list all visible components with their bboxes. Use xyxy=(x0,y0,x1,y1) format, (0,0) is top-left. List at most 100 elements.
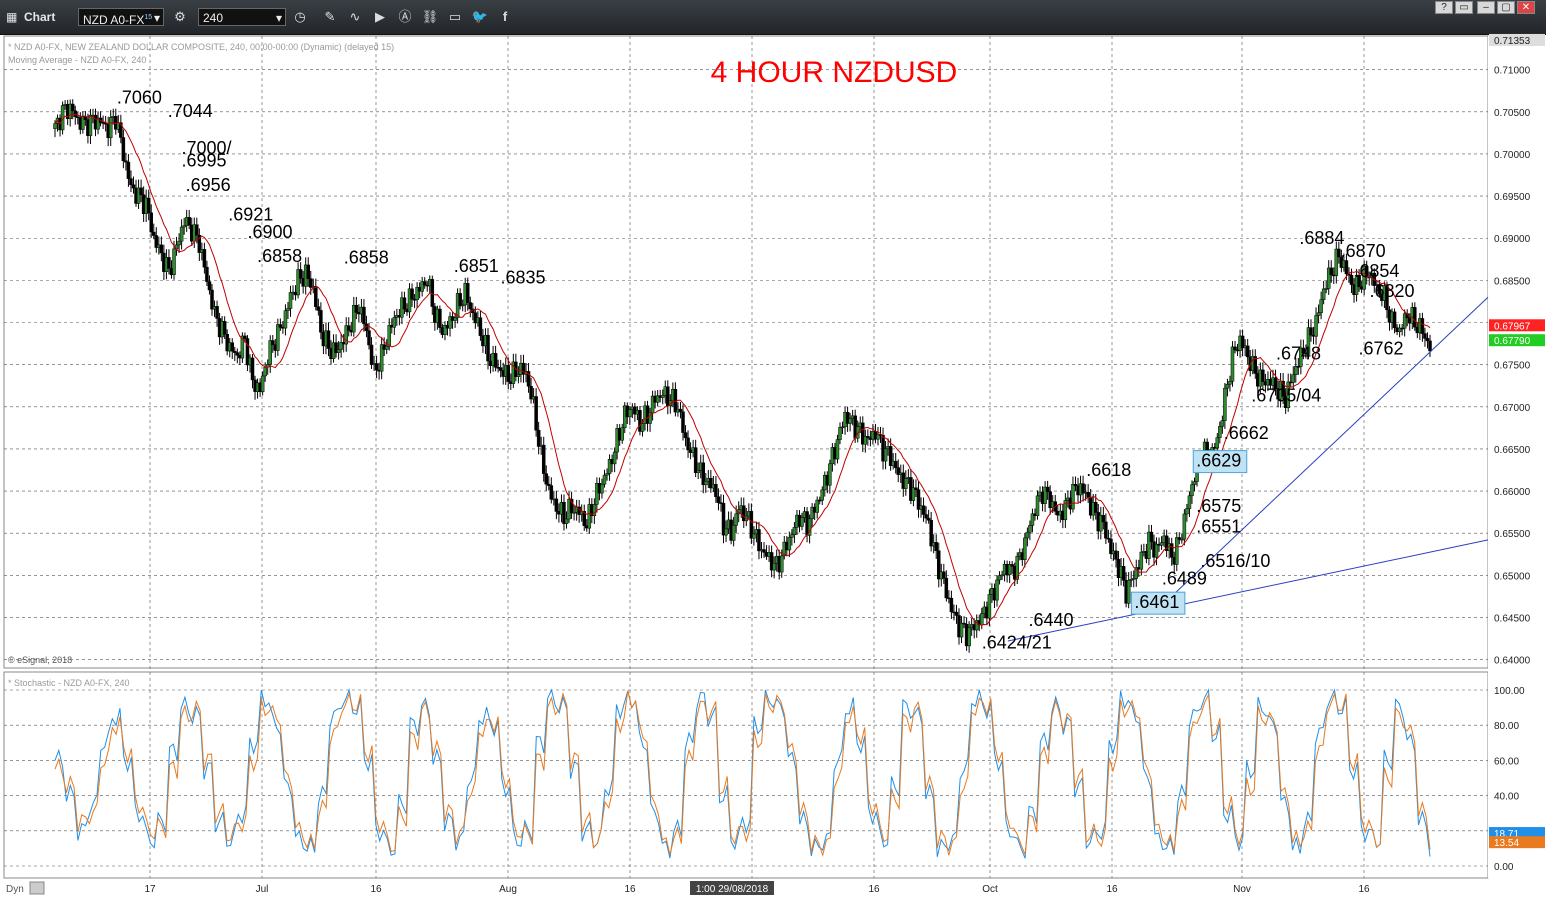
candle-body xyxy=(392,317,397,328)
y-axis-area xyxy=(1488,36,1546,878)
candle-body xyxy=(1175,537,1179,565)
annotation-label: .6820 xyxy=(1370,281,1415,301)
candle-body xyxy=(506,365,511,382)
candle-body xyxy=(1159,542,1164,546)
candle-body xyxy=(468,302,473,310)
candle-body xyxy=(1093,502,1098,513)
candle-body xyxy=(686,437,690,451)
candle-body xyxy=(640,423,645,432)
time-tick-label: 17 xyxy=(144,884,156,895)
candle-body xyxy=(914,487,918,490)
candle-body xyxy=(88,114,93,136)
annotation-label: .6870 xyxy=(1341,241,1386,261)
price-tick-label: 0.65500 xyxy=(1494,529,1531,540)
annotation-label: .6662 xyxy=(1224,423,1269,443)
candle-body xyxy=(260,375,265,392)
price-tick-label: 0.66500 xyxy=(1494,445,1531,456)
candle-body xyxy=(129,178,133,186)
candle-body xyxy=(924,514,928,519)
candle-body xyxy=(893,460,898,468)
price-badge-label: 0.67967 xyxy=(1494,321,1531,332)
candle-body xyxy=(1114,550,1118,560)
candle-body xyxy=(167,257,171,269)
candle-body xyxy=(1182,513,1187,540)
candle-body xyxy=(235,352,240,356)
stoch-tick-label: 100.00 xyxy=(1494,686,1525,697)
candle-body xyxy=(762,549,766,553)
candle-body xyxy=(848,418,852,424)
candle-body xyxy=(967,627,971,647)
dyn-label[interactable]: Dyn xyxy=(6,884,24,895)
annotation-label: .6424/21 xyxy=(982,633,1052,653)
candle-body xyxy=(458,293,462,307)
annotation-label: .6551 xyxy=(1196,516,1241,536)
annotation-label: .7060 xyxy=(117,87,162,107)
candle-body xyxy=(536,429,541,447)
candle-body xyxy=(286,308,290,311)
candle-body xyxy=(716,496,721,503)
candle-body xyxy=(1149,531,1154,542)
stoch-badge-label: 13.54 xyxy=(1494,838,1519,849)
price-tick-label: 0.66000 xyxy=(1494,487,1531,498)
time-tick-label: 16 xyxy=(868,884,880,895)
price-tick-label: 0.64500 xyxy=(1494,613,1531,624)
candle-body xyxy=(1319,299,1323,313)
candle-body xyxy=(1192,481,1197,485)
candle-body xyxy=(271,340,275,345)
time-tick-label: 16 xyxy=(624,884,636,895)
candle-body xyxy=(554,498,559,512)
candle-body xyxy=(734,513,738,526)
candle-body xyxy=(1228,381,1232,385)
candle-body xyxy=(126,161,131,179)
candle-body xyxy=(493,353,498,368)
stoch-tick-label: 0.00 xyxy=(1494,862,1514,873)
price-tick-label: 0.67500 xyxy=(1494,361,1531,372)
stochastic-label: * Stochastic - NZD A0-FX, 240 xyxy=(8,678,130,688)
candle-body xyxy=(205,266,209,282)
candle-body xyxy=(815,499,819,513)
candle-body xyxy=(367,330,371,346)
candle-body xyxy=(314,286,318,307)
price-tick-label: 0.71353 xyxy=(1494,36,1531,47)
scale-toggle-icon[interactable] xyxy=(29,881,45,895)
price-tick-label: 0.69500 xyxy=(1494,192,1531,203)
candle-body xyxy=(980,613,984,626)
annotation-label: .6748 xyxy=(1276,344,1321,364)
candle-body xyxy=(790,534,794,538)
candle-body xyxy=(1392,311,1397,329)
price-chart[interactable]: 0.71353 0.71000 0.70500 0.70000 0.69500 0.690… xyxy=(0,0,1546,901)
candle-body xyxy=(1154,543,1159,558)
candle-body xyxy=(108,117,113,139)
candle-body xyxy=(1045,486,1050,492)
candle-body xyxy=(921,505,926,515)
candle-body xyxy=(600,483,604,494)
candle-body xyxy=(828,463,832,486)
candle-body xyxy=(263,366,267,377)
candle-body xyxy=(146,197,151,214)
candle-body xyxy=(73,110,78,118)
crosshair-time: 1:00 29/08/2018 xyxy=(696,884,769,895)
candle-body xyxy=(731,524,736,541)
candle-body xyxy=(787,537,792,551)
candle-body xyxy=(987,594,992,619)
candle-body xyxy=(949,597,954,613)
candle-body xyxy=(298,269,303,279)
candle-body xyxy=(384,346,389,350)
annotation-label: .6884 xyxy=(1299,228,1344,248)
candle-body xyxy=(883,448,888,462)
candle-body xyxy=(541,444,546,474)
candle-body xyxy=(714,484,718,497)
candle-body xyxy=(1349,275,1354,285)
candle-body xyxy=(1218,426,1222,438)
price-tick-label: 0.65000 xyxy=(1494,571,1531,582)
candle-body xyxy=(838,427,842,440)
candle-body xyxy=(1223,387,1227,421)
candle-body xyxy=(1023,537,1027,560)
candle-body xyxy=(997,575,1002,581)
candle-body xyxy=(602,474,607,485)
candle-body xyxy=(326,330,331,349)
candle-body xyxy=(678,408,683,413)
candle-body xyxy=(904,478,908,489)
candle-body xyxy=(564,518,569,524)
candle-body xyxy=(149,212,153,233)
